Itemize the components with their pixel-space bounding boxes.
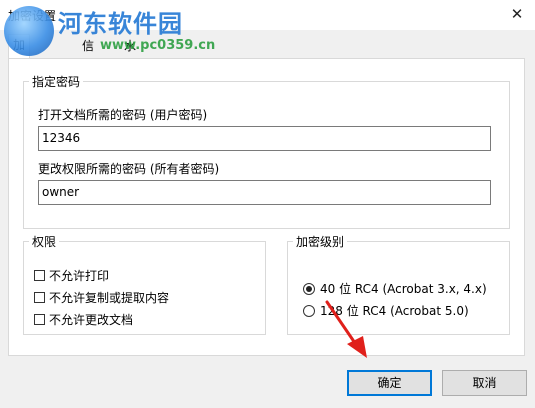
permissions-group: 权限 不允许打印 不允许复制或提取内容 不允许更改文档: [23, 233, 266, 335]
checkbox-no-print[interactable]: 不允许打印: [34, 267, 109, 284]
tab-panel: 指定密码 打开文档所需的密码 (用户密码) 12346 更改权限所需的密码 (所…: [8, 58, 525, 356]
radio-40bit-rc4[interactable]: 40 位 RC4 (Acrobat 3.x, 4.x): [303, 280, 487, 297]
encryption-level-group: 加密级别 40 位 RC4 (Acrobat 3.x, 4.x) 128 位 R…: [287, 233, 510, 335]
window-title: 加密设置: [8, 9, 57, 23]
user-password-label: 打开文档所需的密码 (用户密码): [38, 108, 208, 122]
checkbox-box[interactable]: [34, 314, 45, 325]
checkbox-no-modify[interactable]: 不允许更改文档: [34, 311, 133, 328]
checkbox-label: 不允许更改文档: [49, 313, 134, 327]
password-group: 指定密码 打开文档所需的密码 (用户密码) 12346 更改权限所需的密码 (所…: [23, 73, 510, 229]
tab-info[interactable]: 信息: [78, 36, 98, 73]
permissions-group-legend: 权限: [29, 233, 60, 250]
tab-encryption-options[interactable]: 加密选项: [8, 34, 31, 112]
checkbox-label: 不允许打印: [49, 269, 110, 283]
title-bar: 加密设置 ✕: [0, 0, 535, 30]
watermark-url: www.pc0359.cn: [100, 38, 216, 53]
radio-label: 40 位 RC4 (Acrobat 3.x, 4.x): [320, 282, 487, 296]
radio-dot[interactable]: [303, 282, 315, 295]
password-group-legend: 指定密码: [29, 73, 84, 90]
checkbox-no-copy[interactable]: 不允许复制或提取内容: [34, 289, 169, 306]
checkbox-box[interactable]: [34, 292, 45, 303]
checkbox-box[interactable]: [34, 270, 45, 281]
red-arrow-icon: [325, 300, 367, 358]
owner-password-input[interactable]: owner: [38, 180, 491, 205]
close-icon[interactable]: ✕: [505, 3, 529, 25]
owner-password-label: 更改权限所需的密码 (所有者密码): [38, 162, 220, 176]
user-password-input[interactable]: 12346: [38, 126, 491, 151]
encryption-level-legend: 加密级别: [293, 233, 348, 250]
tab-watermark[interactable]: 水印: [120, 36, 140, 73]
checkbox-label: 不允许复制或提取内容: [49, 291, 170, 305]
cancel-button[interactable]: 取消: [442, 370, 527, 396]
radio-dot[interactable]: [303, 304, 315, 317]
ok-button[interactable]: 确定: [347, 370, 432, 396]
